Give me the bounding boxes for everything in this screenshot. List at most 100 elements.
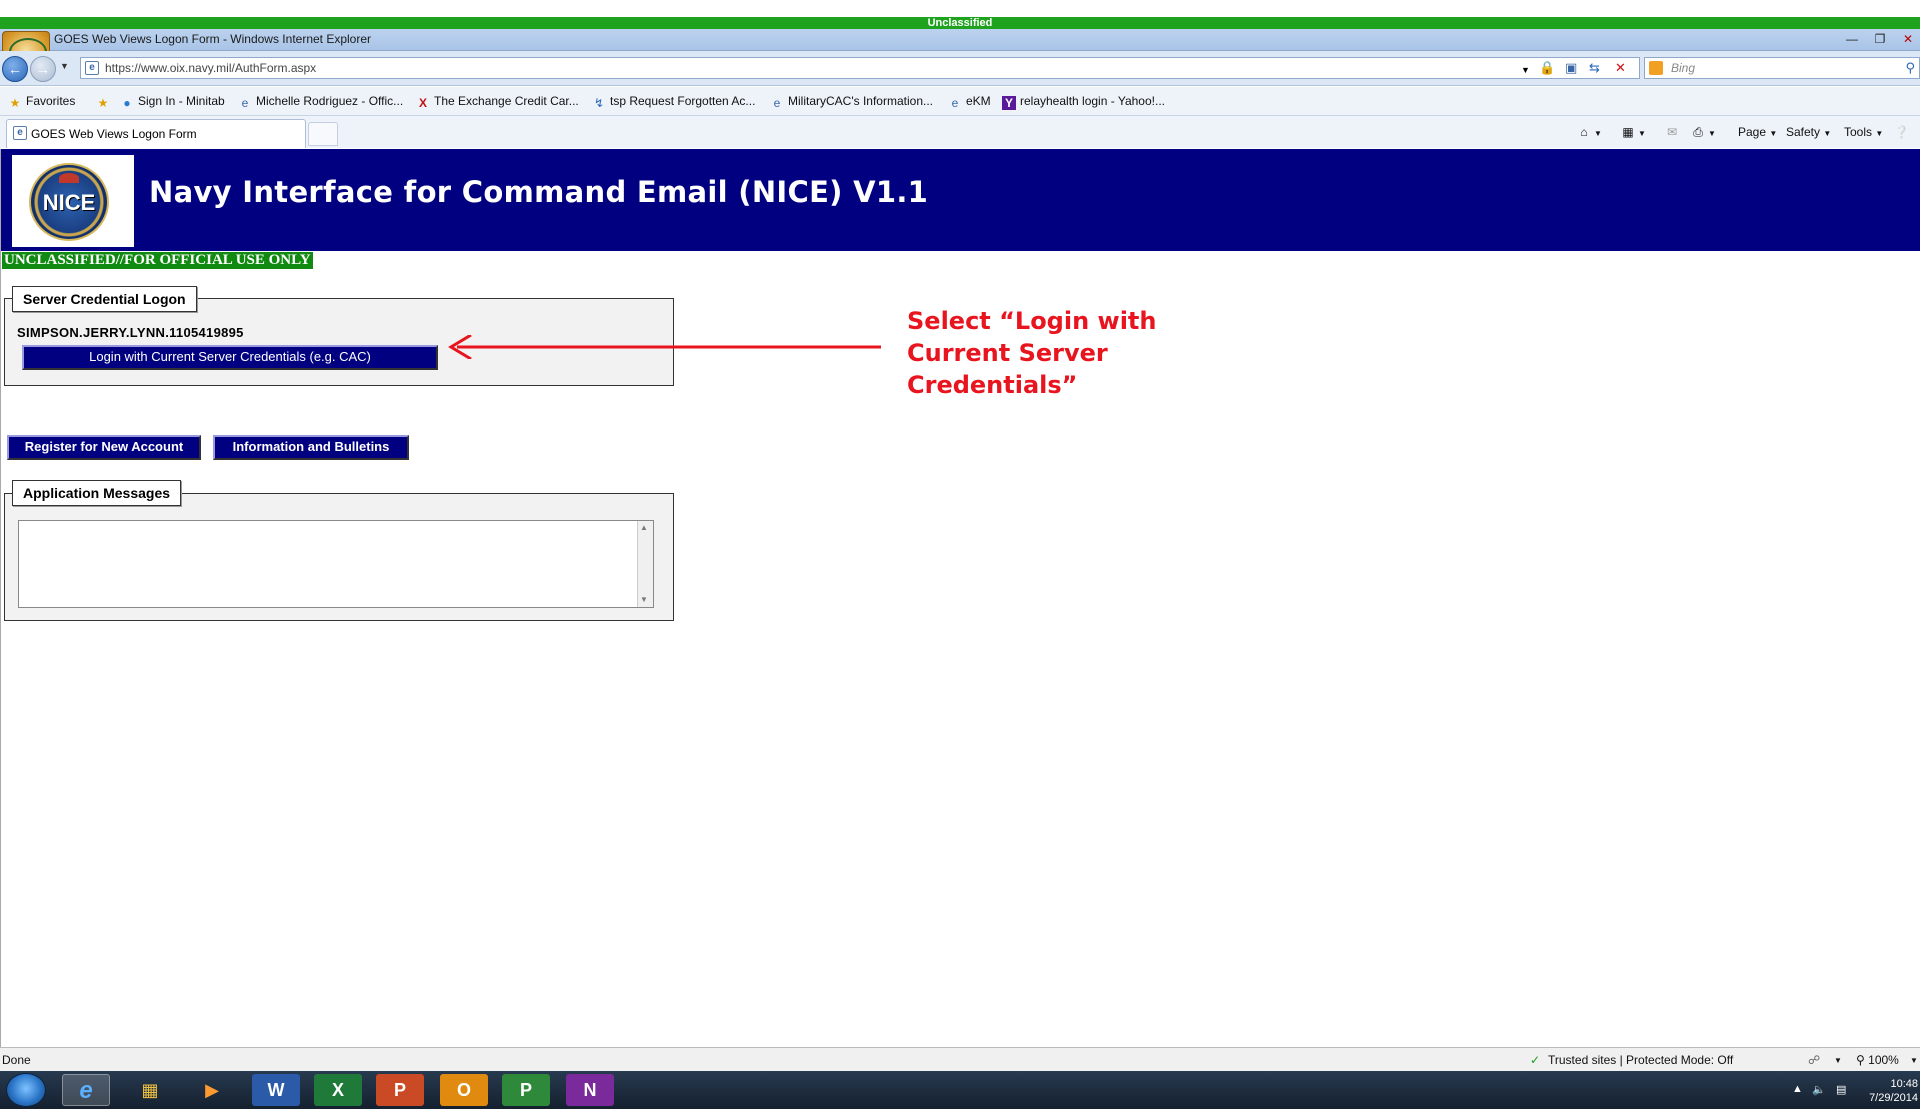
ie-page-icon: e (773, 96, 781, 110)
window-title-bar: GOES Web Views Logon Form - Windows Inte… (0, 29, 1920, 75)
register-new-account-button[interactable]: Register for New Account (7, 435, 201, 460)
information-bulletins-button[interactable]: Information and Bulletins (213, 435, 409, 460)
yahoo-icon: Y (1002, 96, 1016, 110)
address-field[interactable]: e https://www.oix.navy.mil/AuthForm.aspx… (80, 57, 1640, 79)
safety-menu[interactable]: Safety ▼ (1786, 125, 1831, 139)
windows-taskbar: e ▦ ▶ W X P O P N ▲ 🔈 ▤ 10:48 7/29/2014 (0, 1071, 1920, 1109)
fav-label: tsp Request Forgotten Ac... (610, 94, 756, 108)
network-icon[interactable]: ▤ (1836, 1083, 1846, 1096)
new-tab-button[interactable] (308, 122, 338, 146)
outlook-icon[interactable]: O (440, 1074, 488, 1106)
chevron-down-icon[interactable]: ▼ (1834, 1056, 1842, 1065)
add-favorite-button[interactable]: ★ (96, 94, 114, 110)
chevron-down-icon: ▼ (1638, 129, 1646, 138)
user-id: SIMPSON.JERRY.LYNN.1105419895 (17, 325, 244, 340)
powerpoint-icon[interactable]: P (376, 1074, 424, 1106)
feeds-button[interactable]: ▦ ▼ (1620, 125, 1646, 139)
windows-explorer-icon[interactable]: ▦ (126, 1074, 174, 1106)
restore-button[interactable]: ❐ (1868, 31, 1892, 47)
star-icon: ★ (9, 96, 21, 110)
page-content: NICE Navy Interface for Command Email (N… (0, 149, 1920, 1047)
tsp-icon: ↯ (593, 96, 605, 110)
home-button[interactable]: ⌂ ▼ (1576, 125, 1602, 139)
word-icon[interactable]: W (252, 1074, 300, 1106)
bing-icon (1649, 61, 1663, 75)
zoom-control[interactable]: ⚲ 100% (1856, 1053, 1899, 1067)
media-player-icon[interactable]: ▶ (188, 1074, 236, 1106)
status-text: Done (2, 1053, 31, 1067)
lock-icon[interactable]: 🔒 (1539, 60, 1555, 76)
refresh-icon[interactable]: ⇆ (1589, 60, 1600, 76)
help-button[interactable]: ❔ (1894, 125, 1909, 139)
scroll-down-icon[interactable]: ▼ (640, 595, 648, 604)
mail-button[interactable]: ✉ (1664, 125, 1682, 139)
compatibility-view-icon[interactable]: ▣ (1565, 60, 1577, 76)
login-current-credentials-button[interactable]: Login with Current Server Credentials (e… (22, 345, 438, 370)
close-window-button[interactable]: ✕ (1896, 31, 1920, 47)
history-dropdown-icon[interactable]: ▼ (60, 61, 69, 71)
clock-date: 7/29/2014 (1869, 1092, 1918, 1104)
protected-mode-icon[interactable]: ☍ (1808, 1053, 1820, 1067)
fav-item-minitab[interactable]: ● Sign In - Minitab (120, 94, 225, 110)
tools-menu[interactable]: Tools ▼ (1844, 125, 1883, 139)
fav-item-tsp[interactable]: ↯ tsp Request Forgotten Ac... (592, 94, 755, 110)
x-logo-icon: X (418, 96, 427, 110)
globe-icon: ● (123, 96, 131, 110)
status-bar: Done ✓ Trusted sites | Protected Mode: O… (0, 1047, 1920, 1071)
page-menu[interactable]: Page ▼ (1738, 125, 1777, 139)
help-icon: ❔ (1894, 125, 1909, 139)
security-zone[interactable]: Trusted sites | Protected Mode: Off (1548, 1053, 1733, 1067)
system-clock[interactable]: 10:48 7/29/2014 (1866, 1077, 1918, 1105)
back-arrow-icon: ← (8, 61, 22, 77)
application-messages-legend: Application Messages (12, 480, 182, 506)
chevron-down-icon: ▼ (1769, 129, 1778, 138)
ie-page-icon: e (13, 126, 27, 140)
site-banner: NICE Navy Interface for Command Email (N… (1, 149, 1920, 251)
messages-textarea[interactable]: ▲ ▼ (18, 520, 654, 608)
start-button[interactable] (6, 1073, 46, 1107)
fav-item-michelle[interactable]: e Michelle Rodriguez - Offic... (238, 94, 404, 110)
fav-item-exchange[interactable]: X The Exchange Credit Car... (416, 94, 579, 110)
tab-label: GOES Web Views Logon Form (31, 127, 197, 141)
fav-label: Sign In - Minitab (138, 94, 225, 108)
stop-icon[interactable]: ✕ (1615, 60, 1626, 76)
internet-explorer-icon[interactable]: e (62, 1074, 110, 1106)
search-icon[interactable]: ⚲ (1905, 60, 1915, 76)
fav-label: eKM (966, 94, 991, 108)
url-dropdown-icon[interactable]: ▼ (1521, 62, 1530, 78)
logo-text: NICE (42, 190, 96, 215)
zoom-dropdown-icon[interactable]: ▼ (1910, 1056, 1918, 1065)
ie-page-icon: e (951, 96, 959, 110)
minimize-button[interactable]: — (1840, 31, 1864, 47)
fav-item-relayhealth[interactable]: Yrelayhealth login - Yahoo!... (1002, 94, 1165, 110)
onenote-icon[interactable]: N (566, 1074, 614, 1106)
back-button[interactable]: ← (2, 56, 28, 82)
tools-menu-label: Tools (1844, 125, 1873, 139)
annotation-arrow (448, 335, 881, 359)
tray-expand-icon[interactable]: ▲ (1792, 1083, 1803, 1095)
eagle-icon (59, 173, 79, 183)
address-toolbar: ← → ▼ e https://www.oix.navy.mil/AuthFor… (0, 51, 1920, 86)
chevron-down-icon: ▼ (1708, 129, 1716, 138)
fav-item-militarycac[interactable]: e MilitaryCAC's Information... (770, 94, 933, 110)
clock-time: 10:48 (1890, 1078, 1918, 1090)
fav-item-ekm[interactable]: e eKM (948, 94, 991, 110)
mail-icon: ✉ (1666, 125, 1678, 139)
search-placeholder: Bing (1671, 61, 1696, 75)
messages-scrollbar[interactable]: ▲ ▼ (637, 521, 653, 607)
forward-button[interactable]: → (30, 56, 56, 82)
volume-icon[interactable]: 🔈 (1812, 1083, 1826, 1096)
excel-icon[interactable]: X (314, 1074, 362, 1106)
favorites-button[interactable]: ★ Favorites (8, 94, 76, 110)
project-icon[interactable]: P (502, 1074, 550, 1106)
search-field[interactable]: Bing ⚲ (1644, 57, 1920, 79)
print-button[interactable]: ⎙ ▼ (1690, 125, 1716, 140)
scroll-up-icon[interactable]: ▲ (640, 523, 648, 532)
nice-logo: NICE (12, 155, 134, 247)
printer-icon: ⎙ (1693, 125, 1703, 139)
forward-arrow-icon: → (36, 61, 50, 77)
nice-seal-icon: NICE (29, 163, 109, 241)
home-icon: ⌂ (1580, 125, 1588, 139)
tab-goes-logon[interactable]: e GOES Web Views Logon Form (6, 119, 306, 148)
ie-page-icon: e (241, 96, 249, 110)
